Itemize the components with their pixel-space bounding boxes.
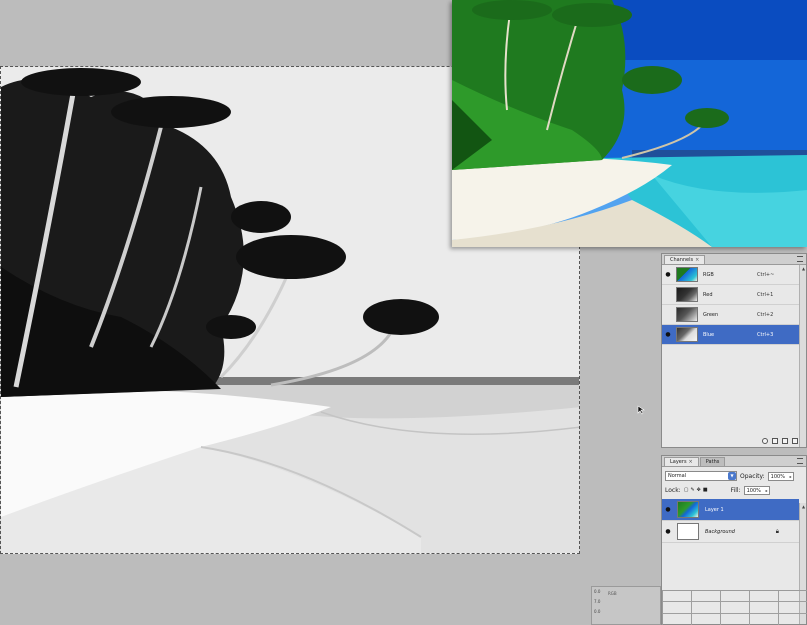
channel-shortcut: Ctrl+3 xyxy=(757,331,774,338)
info-line: 0.0 xyxy=(594,589,601,594)
eye-icon[interactable]: ● xyxy=(662,506,674,513)
channel-row-red[interactable]: Red Ctrl+1 xyxy=(662,285,799,305)
chevron-right-icon[interactable]: ▸ xyxy=(766,487,768,495)
lock-icon[interactable]: ■ xyxy=(703,487,708,493)
layer-row[interactable]: ● Layer 1 xyxy=(662,499,799,521)
arrow-cursor-icon xyxy=(637,405,645,415)
close-icon[interactable]: × xyxy=(689,458,693,466)
layer-name: Background xyxy=(705,528,735,535)
fill-label: Fill: xyxy=(730,486,741,494)
opacity-value: 100% xyxy=(770,473,785,480)
opacity-label: Opacity: xyxy=(740,472,765,480)
panel-menu-icon[interactable] xyxy=(797,256,803,262)
channel-thumbnail xyxy=(676,287,698,302)
tab-layers[interactable]: Layers × xyxy=(664,457,699,466)
channel-label: Blue xyxy=(703,331,715,338)
lock-position-icon[interactable]: ✥ xyxy=(697,487,701,493)
tab-paths[interactable]: Paths xyxy=(699,457,726,466)
lock-transparency-icon[interactable]: ▢ xyxy=(684,487,689,493)
fill-input[interactable]: 100% ▸ xyxy=(743,485,770,495)
layer-thumbnail xyxy=(677,501,699,518)
channels-panel: Channels × ● RGB Ctrl+~ Red Ctrl+1 Green Ctrl+… xyxy=(661,253,807,448)
layer-list: ● Layer 1 ● Background 🔒︎ xyxy=(662,499,806,543)
eye-icon[interactable]: ● xyxy=(662,528,674,535)
blend-row: Normal ▼ Opacity: 100% ▸ xyxy=(665,469,803,483)
trash-icon[interactable] xyxy=(792,438,798,444)
tab-layers-label: Layers xyxy=(670,459,687,465)
scroll-up-icon[interactable]: ▲ xyxy=(800,503,807,510)
tab-channels-label: Channels xyxy=(670,257,694,263)
document-preview-color[interactable] xyxy=(452,0,807,247)
fill-value: 100% xyxy=(746,487,761,494)
layers-tabbar: Layers × Paths xyxy=(662,456,806,467)
info-widget: 0.0 7.0 0.0 RGB xyxy=(591,586,661,625)
channel-shortcut: Ctrl+2 xyxy=(757,311,774,318)
beach-color-image xyxy=(452,0,807,247)
lock-icon: 🔒︎ xyxy=(775,527,779,535)
channel-row-green[interactable]: Green Ctrl+2 xyxy=(662,305,799,325)
save-selection-icon[interactable] xyxy=(772,438,778,444)
histogram-grid xyxy=(662,590,807,625)
info-label: RGB xyxy=(608,591,617,596)
new-channel-icon[interactable] xyxy=(782,438,788,444)
layer-row[interactable]: ● Background 🔒︎ xyxy=(662,521,799,543)
channel-shortcut: Ctrl+~ xyxy=(757,271,775,278)
channels-tabbar: Channels × xyxy=(662,254,806,265)
info-line: 0.0 xyxy=(594,609,601,614)
chevron-right-icon[interactable]: ▸ xyxy=(790,473,792,481)
lock-label: Lock: xyxy=(665,486,681,494)
channel-thumbnail xyxy=(676,327,698,342)
tab-paths-label: Paths xyxy=(705,459,720,465)
channel-thumbnail xyxy=(676,307,698,322)
load-selection-icon[interactable] xyxy=(762,438,768,444)
channel-label: Red xyxy=(703,291,713,298)
layer-name: Layer 1 xyxy=(705,506,724,513)
channel-row-blue[interactable]: ● Blue Ctrl+3 xyxy=(662,325,799,345)
info-line: 7.0 xyxy=(594,599,601,604)
channel-list: ● RGB Ctrl+~ Red Ctrl+1 Green Ctrl+2 ● Blue Ctrl+… xyxy=(662,265,806,345)
scroll-up-icon[interactable]: ▲ xyxy=(800,265,807,272)
panel-menu-icon[interactable] xyxy=(797,458,803,464)
channels-footer xyxy=(662,435,806,447)
eye-icon[interactable]: ● xyxy=(662,331,674,338)
lock-row: Lock: ▢ ✎ ✥ ■ Fill: 100% ▸ xyxy=(665,483,803,497)
channels-scrollbar[interactable]: ▲ xyxy=(799,265,806,447)
blend-mode-value: Normal xyxy=(668,473,687,479)
channel-label: RGB xyxy=(703,271,714,278)
lock-options: ▢ ✎ ✥ ■ xyxy=(684,487,708,493)
layers-controls: Normal ▼ Opacity: 100% ▸ Lock: ▢ ✎ ✥ ■ F… xyxy=(662,467,806,499)
channel-shortcut: Ctrl+1 xyxy=(757,291,774,298)
eye-icon[interactable]: ● xyxy=(662,271,674,278)
channel-thumbnail xyxy=(676,267,698,282)
tab-channels[interactable]: Channels × xyxy=(664,255,706,264)
layer-thumbnail xyxy=(677,523,699,540)
channel-label: Green xyxy=(703,311,719,318)
opacity-input[interactable]: 100% ▸ xyxy=(767,471,794,481)
chevron-down-icon: ▼ xyxy=(728,472,736,480)
channel-row-rgb[interactable]: ● RGB Ctrl+~ xyxy=(662,265,799,285)
close-icon[interactable]: × xyxy=(695,256,699,264)
lock-paint-icon[interactable]: ✎ xyxy=(690,487,694,493)
blend-mode-select[interactable]: Normal ▼ xyxy=(665,471,737,481)
